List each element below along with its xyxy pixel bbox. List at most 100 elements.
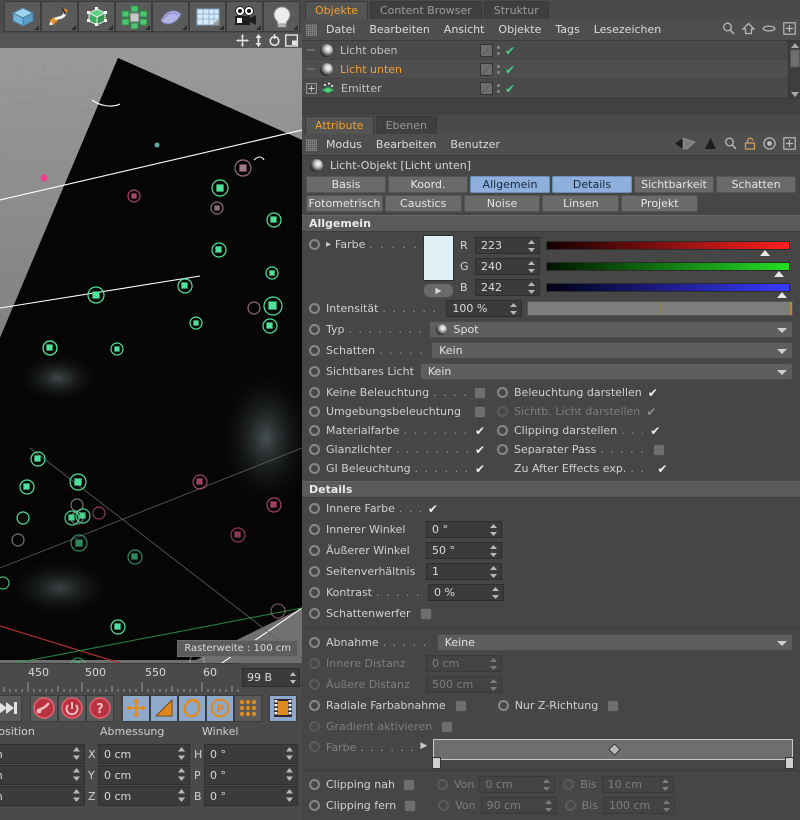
page-tab-caustics[interactable]: Caustics [385, 195, 462, 212]
position-y-field[interactable]: cm [0, 765, 85, 785]
display-tag-icon[interactable] [480, 44, 493, 57]
render-view-icon[interactable] [285, 34, 298, 47]
schatten-dropdown[interactable]: Kein [431, 342, 793, 359]
move-icon[interactable] [236, 34, 249, 47]
separater-pass-anim-dot[interactable] [497, 444, 508, 455]
page-tab-koord[interactable]: Koord. [388, 176, 468, 193]
autokey-icon[interactable] [58, 695, 86, 722]
menu-ansicht[interactable]: Ansicht [444, 23, 485, 36]
page-tab-allgemein[interactable]: Allgemein [470, 176, 550, 193]
home-icon[interactable] [742, 22, 755, 35]
farbe-gradient-anim-dot[interactable] [309, 741, 320, 752]
clipping-nah-von-field[interactable]: 0 cm [479, 776, 555, 793]
materialfarbe-checkbox[interactable]: ✔ [475, 425, 485, 437]
record-key-icon[interactable] [30, 695, 58, 722]
intensitaet-field[interactable]: 100 % [446, 300, 522, 317]
farbe-expand-arrow-icon[interactable]: ▸ [326, 239, 331, 250]
drag-grip-icon[interactable] [306, 24, 317, 36]
target-icon[interactable] [763, 137, 776, 150]
light-bulb-icon[interactable] [263, 1, 300, 32]
schattenwerfer-anim-dot[interactable] [309, 608, 320, 619]
page-tab-details[interactable]: Details [552, 176, 632, 193]
tab-struktur[interactable]: Struktur [484, 1, 549, 19]
expand-plus-icon[interactable] [302, 83, 320, 94]
seitenverhaeltnis-field[interactable]: 1 [426, 563, 502, 580]
tree-row-licht-unten[interactable]: Licht unten ✔ [302, 60, 800, 79]
gi-beleuchtung-checkbox[interactable]: ✔ [475, 463, 485, 475]
channel-knob-r[interactable] [760, 250, 770, 256]
up-arrow-icon[interactable] [704, 137, 717, 150]
deformer-icon[interactable] [152, 1, 189, 32]
search-icon[interactable] [724, 137, 737, 150]
glanzlichter-anim-dot[interactable] [309, 444, 320, 455]
clipping-fern-bis-field[interactable]: 100 cm [603, 797, 675, 814]
channel-ramp-b[interactable] [546, 283, 790, 292]
keine-beleuchtung-checkbox[interactable] [474, 387, 486, 399]
clipping-nah-bis-anim-dot[interactable] [563, 779, 574, 790]
tree-row-emitter[interactable]: Emitter ✔ [302, 79, 800, 98]
nur-z-richtung-anim-dot[interactable] [498, 700, 509, 711]
channel-field-r[interactable]: 223 [475, 237, 540, 254]
page-tab-basis[interactable]: Basis [306, 176, 386, 193]
drag-grip-icon[interactable] [306, 139, 317, 151]
move-tool-icon[interactable] [122, 695, 150, 722]
tag-cell[interactable]: ✔ [480, 79, 540, 98]
clipping-fern-anim-dot[interactable] [309, 800, 320, 811]
clipping-fern-bis-anim-dot[interactable] [565, 800, 576, 811]
channel-ramp-r[interactable] [546, 241, 790, 250]
chevron-down-icon[interactable] [777, 370, 787, 375]
position-z-field[interactable]: cm [0, 786, 85, 806]
channel-field-b[interactable]: 242 [475, 279, 540, 296]
sichtbares-licht-anim-dot[interactable] [309, 366, 320, 377]
cube-icon[interactable] [4, 1, 41, 32]
enabled-check-icon[interactable]: ✔ [505, 83, 515, 95]
clipping-nah-bis-field[interactable]: 10 cm [602, 776, 674, 793]
angle-b-field[interactable]: 0 ° [204, 786, 298, 806]
page-tab-sichtbarkeit[interactable]: Sichtbarkeit [634, 176, 714, 193]
rotate-tool-icon[interactable] [178, 695, 206, 722]
gradient-stop-left[interactable] [432, 757, 441, 769]
clipping-fern-von-anim-dot[interactable] [438, 800, 449, 811]
menu-objekte[interactable]: Objekte [498, 23, 541, 36]
channel-field-g[interactable]: 240 [475, 258, 540, 275]
tab-ebenen[interactable]: Ebenen [376, 116, 437, 134]
enabled-check-icon[interactable]: ✔ [505, 45, 515, 57]
viewport-3d[interactable]: Rasterweite : 100 cm [0, 48, 302, 663]
menu-datei[interactable]: Datei [326, 23, 355, 36]
dimension-y-field[interactable]: 0 cm [98, 765, 190, 785]
keine-beleuchtung-anim-dot[interactable] [309, 387, 320, 398]
page-tab-schatten[interactable]: Schatten [716, 176, 796, 193]
gradient-editor[interactable] [433, 739, 793, 760]
page-tab-noise[interactable]: Noise [464, 195, 541, 212]
nur-z-richtung-checkbox[interactable] [607, 700, 619, 712]
back-arrow-icon[interactable] [675, 137, 697, 150]
go-to-end-icon[interactable] [0, 695, 22, 722]
materialfarbe-anim-dot[interactable] [309, 425, 320, 436]
keyframe-help-icon[interactable]: ? [86, 695, 114, 722]
aeusserer-winkel-field[interactable]: 50 ° [426, 542, 502, 559]
gradient-midpoint-handle[interactable] [608, 743, 621, 756]
clipping-darstellen-checkbox[interactable]: ✔ [650, 425, 660, 437]
gradient-expand-arrow-icon[interactable]: ▶ [420, 741, 427, 751]
abnahme-anim-dot[interactable] [309, 637, 320, 648]
clipping-fern-checkbox[interactable] [404, 800, 416, 812]
aeussere-distanz-anim-dot[interactable] [309, 679, 320, 690]
farbe-anim-dot[interactable] [309, 239, 320, 250]
menu-tags[interactable]: Tags [555, 23, 579, 36]
page-tab-fotometrisch[interactable]: Fotometrisch [306, 195, 383, 212]
gradient-aktivieren-checkbox[interactable] [441, 721, 453, 733]
abnahme-dropdown[interactable]: Keine [437, 634, 793, 651]
innerer-winkel-anim-dot[interactable] [309, 524, 320, 535]
angle-h-field[interactable]: 0 ° [204, 744, 298, 764]
intensitaet-anim-dot[interactable] [309, 303, 320, 314]
radiale-farbabnahme-anim-dot[interactable] [309, 700, 320, 711]
scale-tool-icon[interactable] [150, 695, 178, 722]
color-expand-button[interactable]: ▶ [423, 283, 454, 298]
layout-icon[interactable] [783, 22, 796, 35]
clipping-fern-von-field[interactable]: 90 cm [481, 797, 557, 814]
innere-distanz-field[interactable]: 0 cm [426, 655, 502, 672]
scale-icon[interactable] [252, 34, 265, 47]
radiale-farbabnahme-checkbox[interactable] [455, 700, 467, 712]
chevron-down-icon[interactable] [777, 349, 787, 354]
spline-pen-icon[interactable] [41, 1, 78, 32]
